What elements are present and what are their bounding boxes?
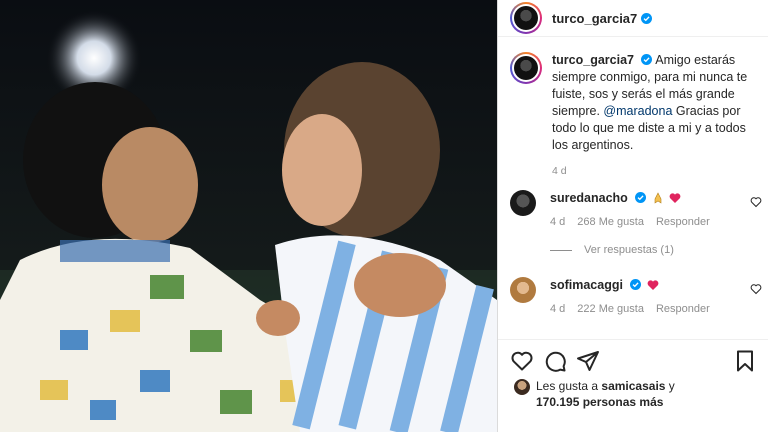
comment-avatar[interactable] [510, 190, 536, 216]
comment-username[interactable]: suredanacho [550, 191, 628, 205]
comment-reply-button[interactable]: Responder [656, 303, 710, 315]
comment-item: sofimacaggi 4 d 222 Me gusta Responder [510, 277, 762, 315]
post-image [0, 0, 497, 432]
comment-bubble-icon[interactable] [543, 349, 567, 373]
caption-time[interactable]: 4 d [552, 163, 758, 180]
verified-badge-icon [630, 279, 642, 290]
comment-avatar[interactable] [510, 277, 536, 303]
caption-username[interactable]: turco_garcia7 [552, 53, 634, 67]
comment-likes[interactable]: 222 Me gusta [577, 303, 644, 315]
like-heart-icon[interactable] [510, 349, 534, 373]
post-caption: turco_garcia7 Amigo estarás siempre conm… [510, 52, 760, 180]
replies-divider [550, 249, 572, 251]
liker-avatar[interactable] [514, 379, 530, 395]
likes-suffix: y [668, 379, 675, 393]
red-heart-emoji-icon [669, 193, 681, 203]
author-username[interactable]: turco_garcia7 [552, 11, 637, 26]
likes-prefix: Les gusta a [536, 379, 599, 393]
likes-count[interactable]: 170.195 personas más [536, 395, 663, 409]
like-comment-heart-icon[interactable] [750, 283, 762, 295]
comment-item: suredanacho 4 d 268 Me gusta Responder [510, 190, 762, 228]
view-replies-label: Ver respuestas (1) [584, 244, 674, 256]
verified-badge-icon [635, 192, 647, 203]
save-bookmark-icon[interactable] [733, 349, 757, 373]
verified-badge-icon [641, 12, 653, 24]
post-photo[interactable] [0, 0, 497, 432]
post-actions-bar: Les gusta a samicasais y 170.195 persona… [498, 339, 768, 432]
share-paper-plane-icon[interactable] [576, 349, 600, 373]
verified-badge-icon [641, 54, 653, 65]
post-header: turco_garcia7 [498, 0, 768, 37]
view-replies-button[interactable]: Ver respuestas (1) [550, 244, 674, 256]
red-heart-emoji-icon [647, 280, 659, 290]
comment-username[interactable]: sofimacaggi [550, 278, 623, 292]
comment-time[interactable]: 4 d [550, 216, 565, 228]
post-side-panel: turco_garcia7 turco_garcia7 Amigo estará… [497, 0, 768, 432]
like-comment-heart-icon[interactable] [750, 196, 762, 208]
likes-summary: Les gusta a samicasais y 170.195 persona… [514, 378, 675, 410]
pray-emoji-icon [654, 192, 662, 204]
comment-likes[interactable]: 268 Me gusta [577, 216, 644, 228]
comment-reply-button[interactable]: Responder [656, 216, 710, 228]
author-avatar[interactable] [510, 2, 542, 34]
caption-avatar[interactable] [510, 52, 542, 84]
caption-mention[interactable]: @maradona [603, 104, 672, 118]
comment-time[interactable]: 4 d [550, 303, 565, 315]
liker-username[interactable]: samicasais [601, 379, 665, 393]
